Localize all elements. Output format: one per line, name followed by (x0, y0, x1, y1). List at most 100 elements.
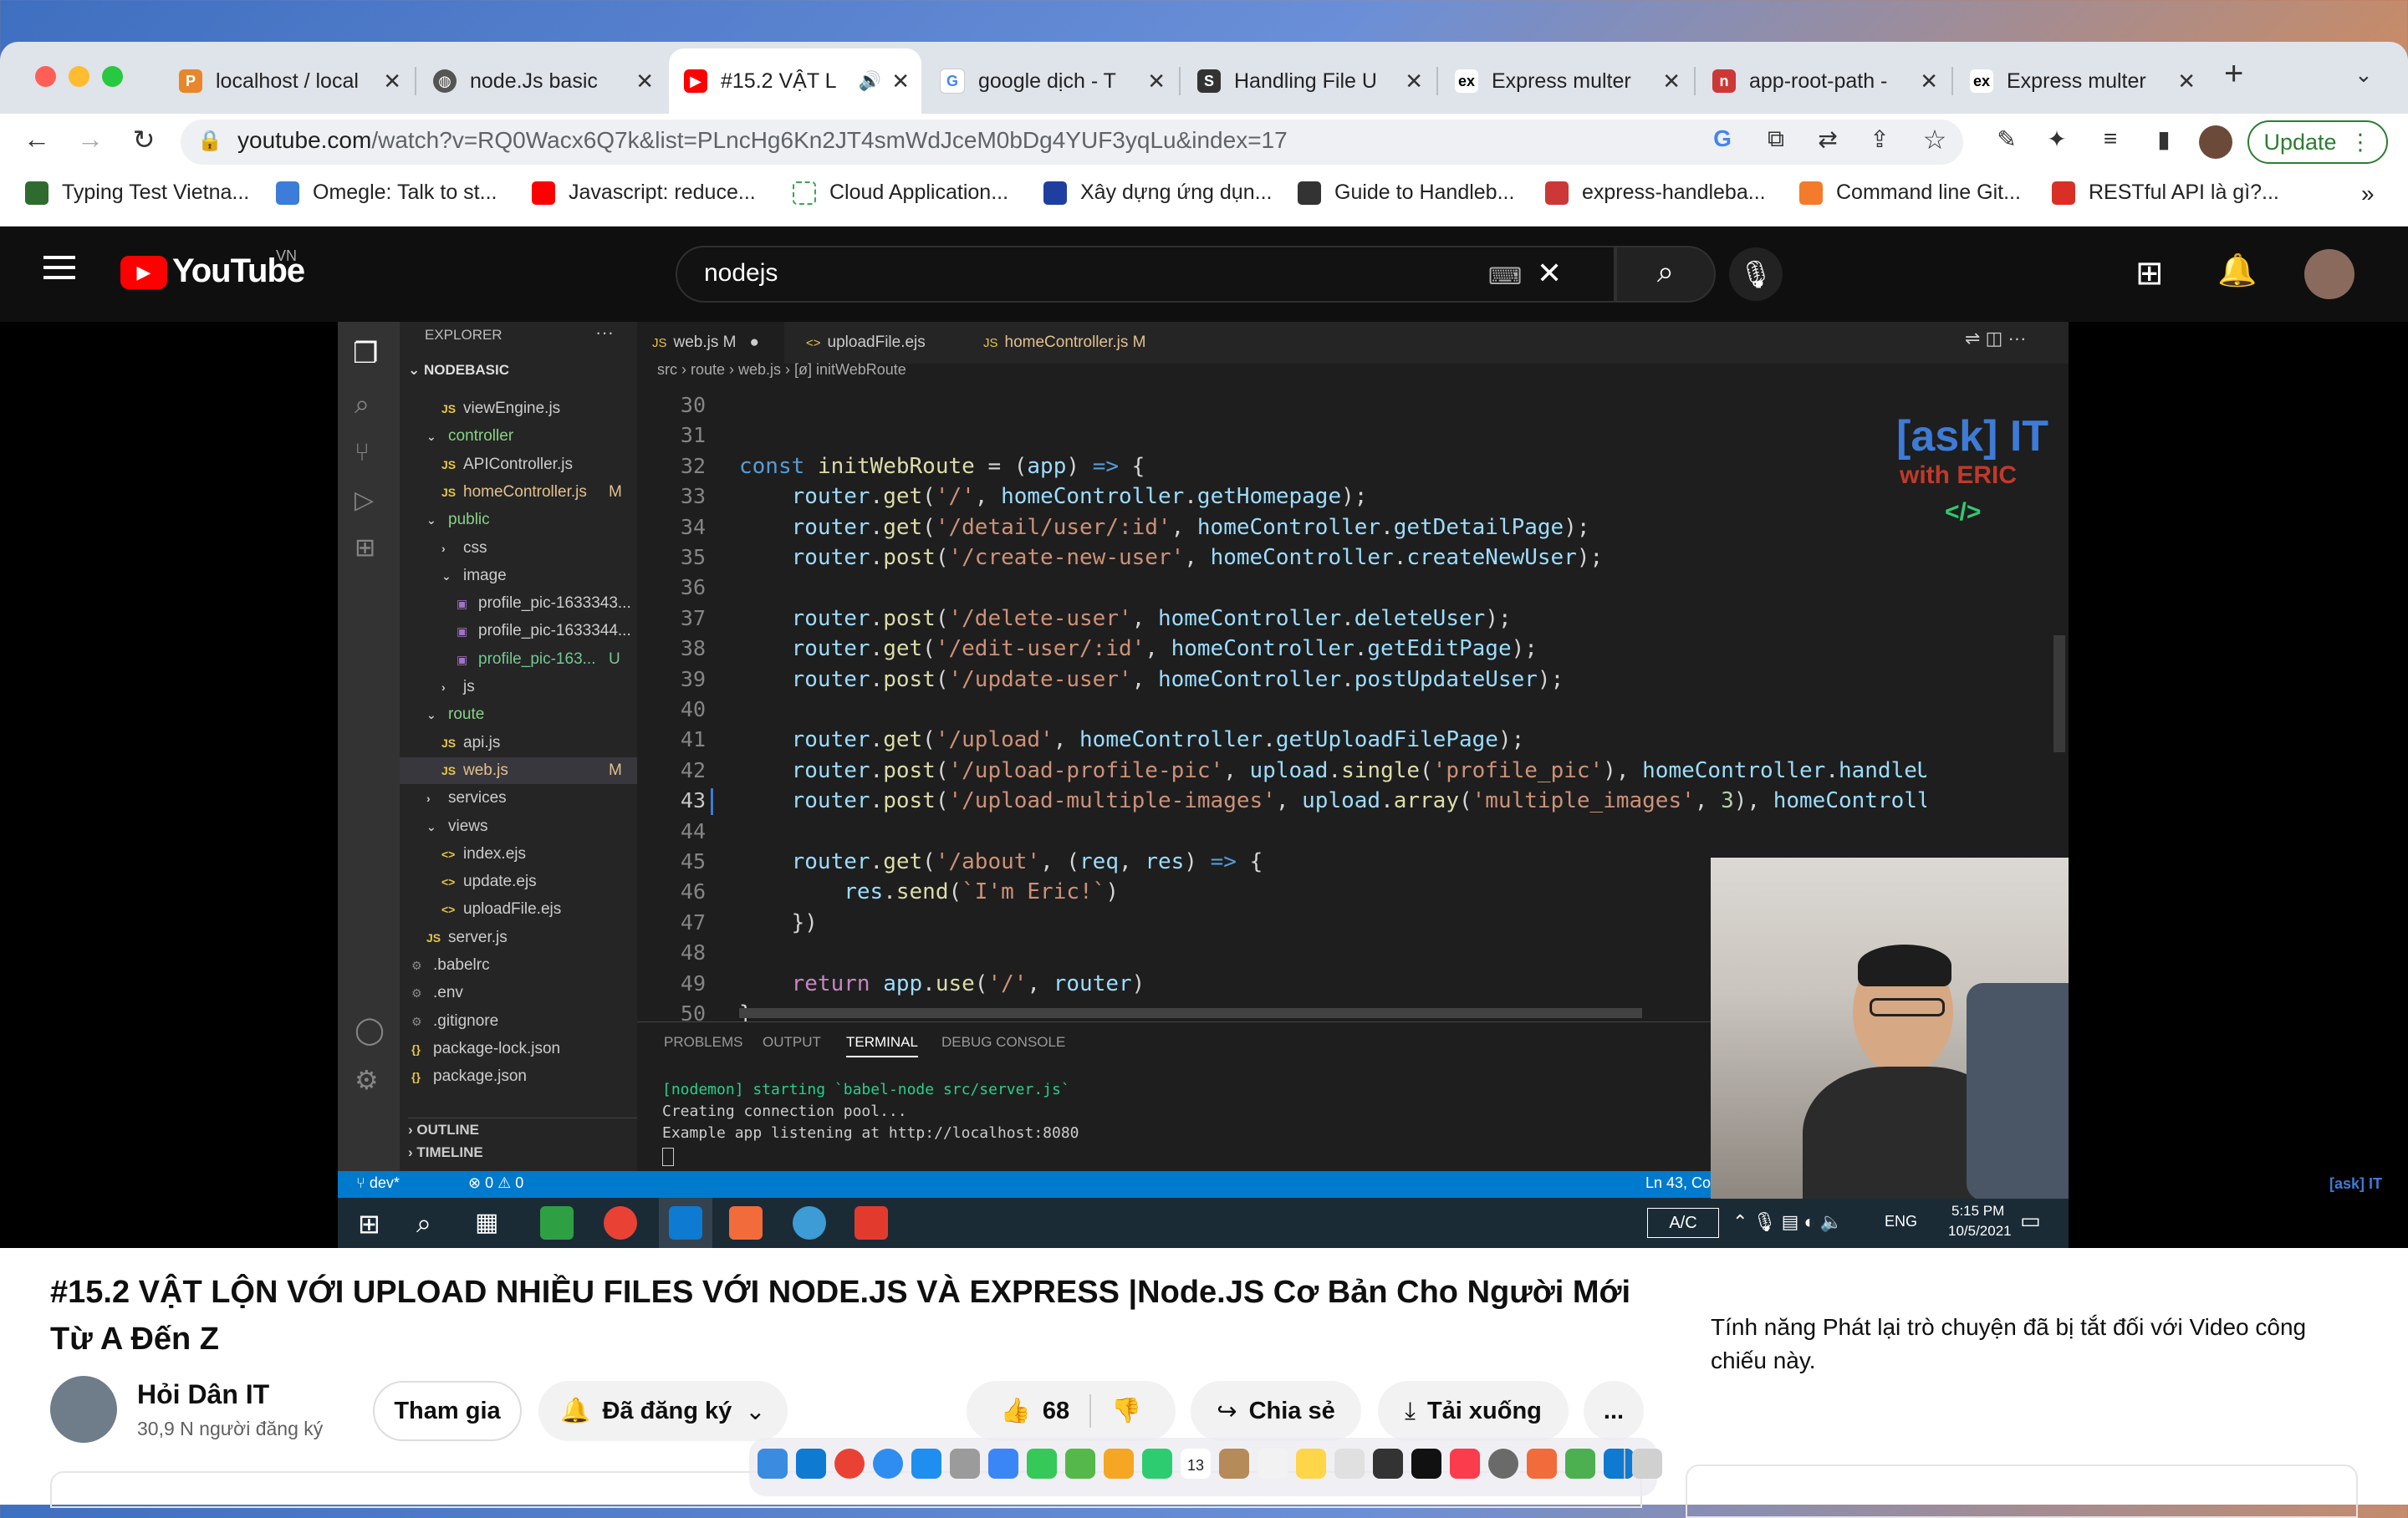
search-button[interactable]: ⌕ (1615, 246, 1716, 303)
freeform-icon[interactable] (1334, 1449, 1365, 1479)
bookmark-express-handlebars[interactable]: express-handleba... (1545, 181, 1766, 205)
close-tab-icon[interactable]: ✕ (1405, 69, 1423, 94)
contacts-icon[interactable] (1219, 1449, 1249, 1479)
back-arrow-icon[interactable]: ← (20, 124, 54, 155)
join-button[interactable]: Tham gia (373, 1381, 522, 1441)
close-tab-icon[interactable]: ✕ (635, 69, 654, 94)
code-line: router.post('/upload-profile-pic', uploa… (791, 757, 1926, 783)
tab-nodejs-basic[interactable]: ◍ node.Js basic ✕ (418, 48, 666, 114)
postman-dock-icon[interactable] (1527, 1449, 1557, 1479)
bookmark-star-icon[interactable]: ☆ (1918, 124, 1951, 155)
chrome-dock-icon[interactable] (834, 1449, 865, 1479)
maps-icon[interactable] (1065, 1449, 1095, 1479)
vscode-dock-icon-2[interactable] (1604, 1449, 1634, 1479)
google-lens-icon[interactable]: G (1706, 125, 1739, 152)
notification-center-icon: ▭ (2020, 1208, 2041, 1233)
app-store-icon[interactable] (911, 1449, 941, 1479)
bookmark-cloud-application[interactable]: Cloud Application... (793, 181, 1008, 205)
more-actions-button[interactable]: ... (1584, 1381, 1644, 1441)
bookmark-restful-api[interactable]: RESTful API là gì?... (2052, 181, 2279, 205)
tab-express-multer[interactable]: ex Express multer ✕ (1440, 48, 1692, 114)
panel-tab-problems: PROBLEMS (664, 1034, 743, 1050)
tab-youtube-active[interactable]: ▶ #15.2 VẬT L 🔊 ✕ (669, 48, 921, 114)
open-in-app-icon[interactable]: ⧉ (1759, 125, 1793, 153)
dislike-thumb-icon[interactable]: 👎 (1111, 1397, 1141, 1425)
close-tab-icon[interactable]: ✕ (383, 69, 401, 94)
stocks-icon[interactable] (1373, 1449, 1403, 1479)
translate-icon[interactable]: ⇄ (1811, 125, 1844, 153)
subscribed-button[interactable]: 🔔 Đã đăng ký ⌄ (538, 1381, 788, 1441)
bookmark-omegle[interactable]: Omegle: Talk to st... (276, 181, 497, 205)
profile-avatar[interactable] (2199, 125, 2232, 159)
reload-icon[interactable]: ↻ (127, 124, 161, 155)
tab-handling-file-upload[interactable]: S Handling File U ✕ (1182, 48, 1435, 114)
line-number: 49 (680, 970, 706, 996)
clear-search-icon[interactable]: ✕ (1537, 256, 1562, 291)
share-icon[interactable]: ⇪ (1863, 125, 1896, 153)
tab-search-chevron-icon[interactable]: ⌄ (2354, 62, 2373, 88)
file-tree-item: JS homeController.js M (400, 479, 637, 506)
close-tab-icon[interactable]: ✕ (2177, 69, 2196, 94)
forward-arrow-icon[interactable]: → (74, 124, 107, 155)
safari-icon[interactable] (873, 1449, 903, 1479)
facetime-icon[interactable] (1142, 1449, 1172, 1479)
chat-panel-edge (1686, 1465, 2358, 1518)
messages-icon[interactable] (1027, 1449, 1057, 1479)
keyboard-icon[interactable]: ⌨ (1488, 262, 1522, 290)
launchpad-icon[interactable] (950, 1449, 980, 1479)
bookmark-xay-dung[interactable]: Xây dựng ứng dụn... (1043, 181, 1272, 205)
channel-avatar[interactable] (50, 1376, 117, 1443)
speaker-icon[interactable]: 🔊 (859, 70, 881, 92)
media-queue-icon[interactable]: ≡ (2094, 125, 2127, 152)
notifications-bell-icon[interactable]: 🔔 (2217, 252, 2257, 289)
music-icon[interactable] (1450, 1449, 1480, 1479)
close-tab-icon[interactable]: ✕ (891, 69, 910, 94)
mail-icon[interactable] (988, 1449, 1018, 1479)
like-thumb-icon[interactable]: 👍 (1001, 1397, 1031, 1425)
notes-icon[interactable] (1296, 1449, 1326, 1479)
close-tab-icon[interactable]: ✕ (1662, 69, 1681, 94)
bookmark-command-line-git[interactable]: Command line Git... (1799, 181, 2021, 205)
channel-name[interactable]: Hỏi Dân IT (137, 1379, 269, 1410)
close-tab-icon[interactable]: ✕ (1920, 69, 1938, 94)
microphone-icon[interactable]: 🎙 (1729, 247, 1783, 301)
reminders-icon[interactable] (1258, 1449, 1288, 1479)
bookmark-typing-test[interactable]: Typing Test Vietna... (25, 181, 249, 205)
pen-extension-icon[interactable]: ✎ (1990, 125, 2023, 153)
system-settings-icon[interactable] (1488, 1449, 1518, 1479)
bookmark-javascript-reduce[interactable]: Javascript: reduce... (532, 181, 756, 205)
file-type-icon: JS (441, 763, 457, 777)
lock-icon[interactable]: 🔒 (197, 129, 222, 153)
calendar-icon[interactable]: 13 (1181, 1449, 1211, 1479)
file-type-icon: JS (426, 930, 441, 945)
account-avatar[interactable] (2304, 249, 2354, 299)
apple-tv-icon[interactable] (1411, 1449, 1441, 1479)
like-count[interactable]: 68 (1043, 1398, 1069, 1425)
app-dock-icon[interactable] (1565, 1449, 1595, 1479)
trash-icon[interactable] (1632, 1449, 1662, 1479)
photos-icon[interactable] (1104, 1449, 1134, 1479)
vscode-dock-icon[interactable] (796, 1449, 826, 1479)
finder-icon[interactable] (758, 1449, 788, 1479)
hamburger-menu-icon[interactable] (43, 256, 75, 279)
youtube-logo-icon[interactable]: ▶ (120, 256, 167, 289)
update-button[interactable]: Update ⋮ (2247, 120, 2388, 164)
close-tab-icon[interactable]: ✕ (1147, 69, 1166, 94)
side-panel-icon[interactable]: ▮ (2147, 125, 2181, 153)
tab-google-translate[interactable]: G google dịch - T ✕ (925, 48, 1177, 114)
editor-horizontal-scrollbar (739, 1008, 1642, 1018)
search-input[interactable]: nodejs (704, 259, 778, 288)
more-bookmarks-chevron[interactable]: » (2361, 181, 2375, 207)
taskbar-time: 5:15 PM (1951, 1203, 2005, 1219)
tab-express-multer-2[interactable]: ex Express multer ✕ (1955, 48, 2207, 114)
create-video-icon[interactable]: ⊞ (2135, 254, 2164, 293)
bookmark-guide-handlebars[interactable]: Guide to Handleb... (1298, 181, 1514, 205)
search-box[interactable] (676, 246, 1615, 303)
tab-app-root-path[interactable]: n app-root-path - ✕ (1697, 48, 1950, 114)
extensions-puzzle-icon[interactable]: ✦ (2040, 125, 2074, 153)
tab-localhost[interactable]: P localhost / local ✕ (164, 48, 413, 114)
url-text[interactable]: youtube.com/watch?v=RQ0Wacx6Q7k&list=PLn… (237, 127, 1288, 154)
share-button[interactable]: ↪ Chia sẻ (1191, 1381, 1361, 1441)
download-button[interactable]: ⤓ Tải xuống (1378, 1381, 1569, 1441)
new-tab-button[interactable]: + (2224, 55, 2243, 93)
